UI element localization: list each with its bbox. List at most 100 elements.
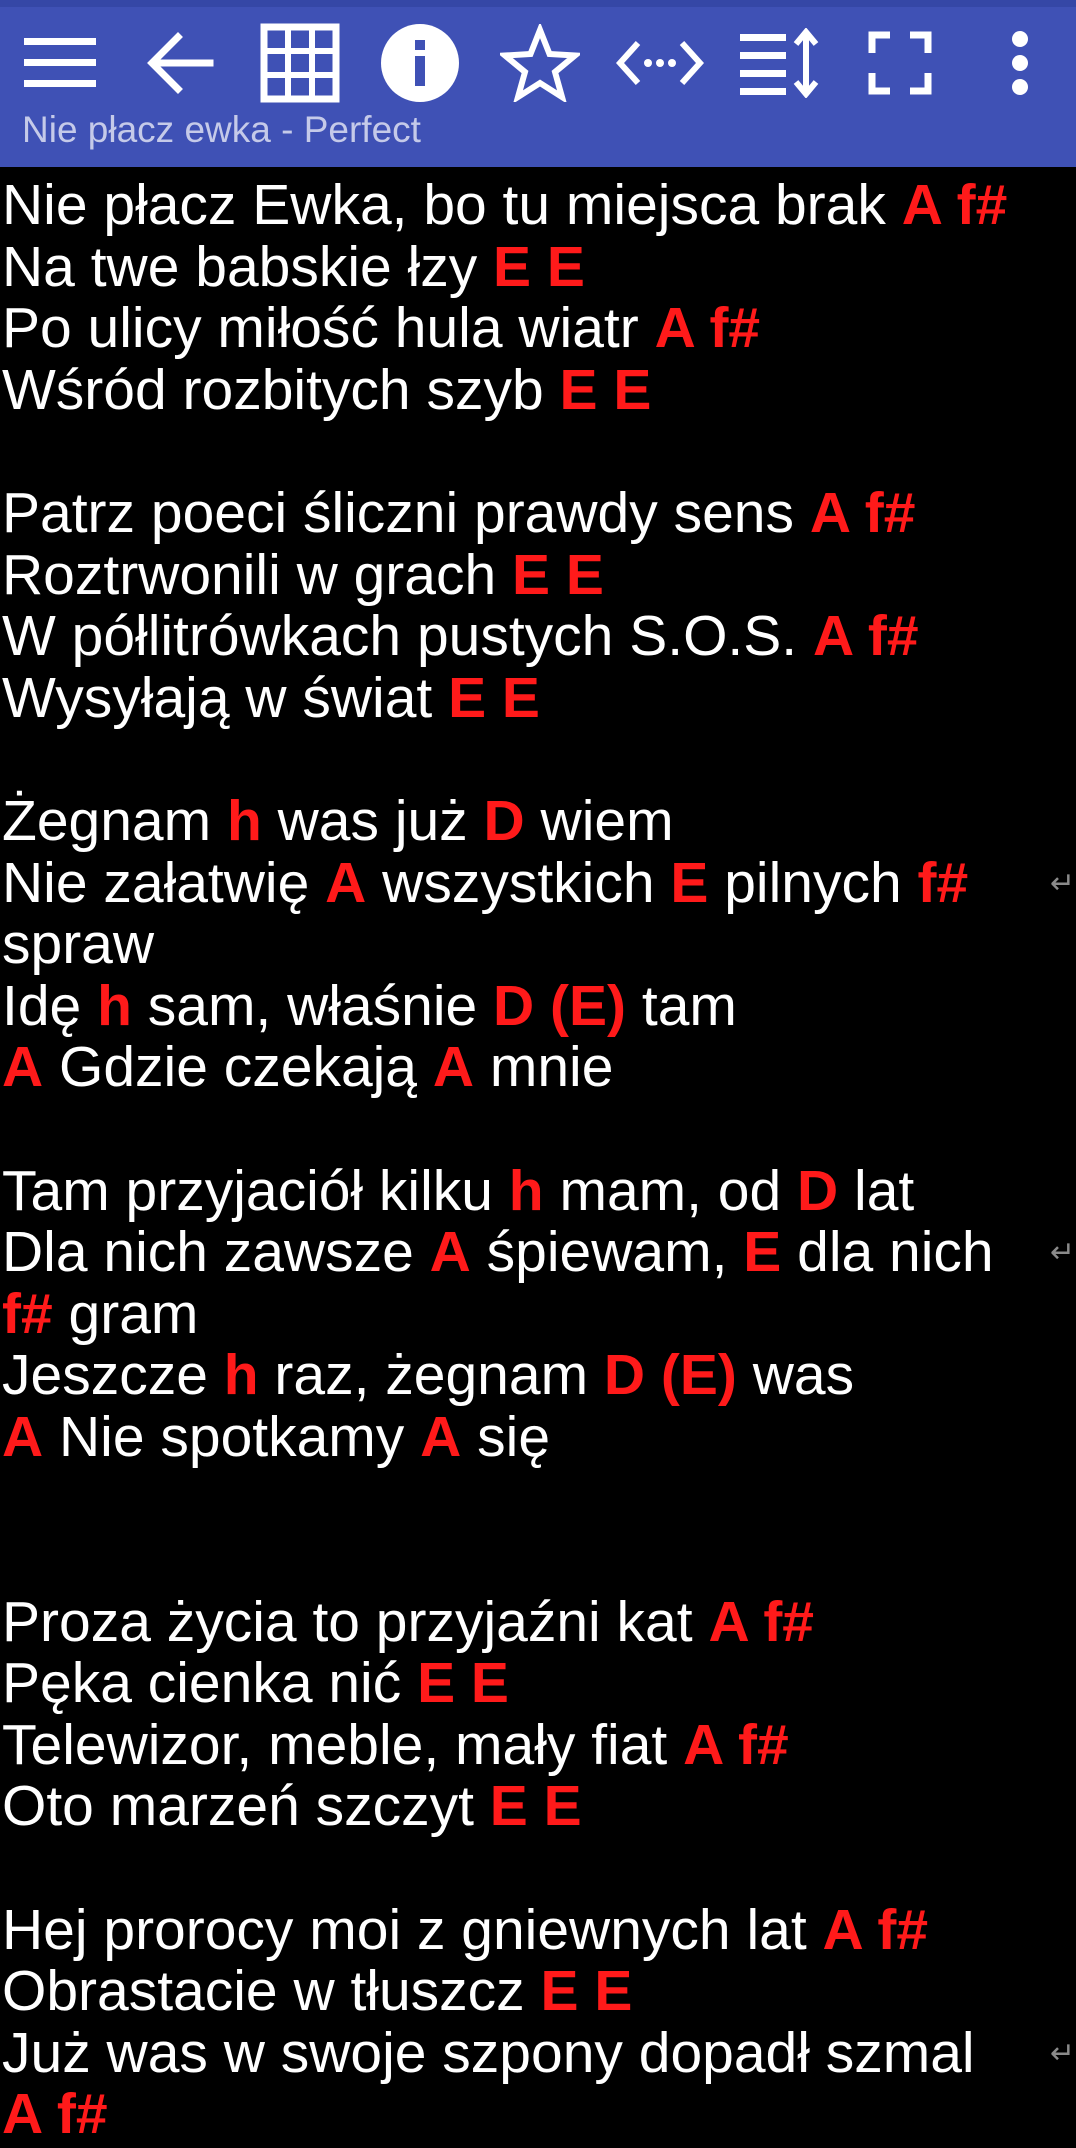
lyric-line: Idę h sam, właśnie D (E) tam [0,973,1076,1038]
chord: A [432,1035,475,1100]
line-wrap-icon: ↵ [1050,1236,1076,1270]
chord: A f# [654,296,761,361]
chord: h [223,1343,259,1408]
lyric-text: Dla nich zawsze [2,1220,430,1285]
more-vert-icon [1012,31,1028,95]
song-title: Nie płacz ewka - Perfect [22,109,421,150]
lyric-text: wszystkich [366,850,671,915]
chord: A f# [708,1589,815,1654]
chord: h [226,788,262,853]
lyric-line: Tam przyjaciół kilku h mam, od D lat [0,1158,1076,1223]
chord: f# [2,1281,53,1346]
back-button[interactable] [130,18,230,108]
lyric-line: A Nie spotkamy A się [0,1404,1076,1469]
lyric-text: Już was w swoje szpony dopadł szmal [2,2020,975,2085]
lyric-text: lat [838,1158,915,1223]
lyric-line: A f# [0,2084,1076,2146]
lyric-text: Telewizor, meble, mały fiat [2,1712,684,1777]
lyric-line: Pęka cienka nić E E [0,1651,1076,1716]
lyric-line: Po ulicy miłość hula wiatr A f# [0,296,1076,361]
chord: E E [512,542,604,607]
lyric-text: Hej prorocy moi z gniewnych lat [2,1897,823,1962]
transpose-button[interactable] [610,18,710,108]
lyric-text: sam, właśnie [131,973,494,1038]
lyric-text: Obrastacie w tłuszcz [2,1959,541,2024]
chord: A [429,1220,471,1285]
app-toolbar: Nie płacz ewka - Perfect [0,7,1076,167]
chord: E E [489,1774,582,1839]
lyric-line: Wśród rozbitych szyb E E [0,357,1076,422]
lyric-text: Pęka cienka nić [2,1651,418,1716]
lyric-text: Idę [2,973,98,1038]
chord: A f# [2,2082,108,2147]
lyric-text: Nie spotkamy [43,1404,421,1469]
chord: A [2,1035,44,1100]
lyric-text: spraw [2,912,155,977]
chord: D [483,788,525,853]
lyric-text: Nie płacz Ewka, bo tu miejsca brak [2,173,902,237]
lyric-line: f# gram [0,1281,1076,1346]
more-options-button[interactable] [970,18,1070,108]
lyric-text: wiem [524,788,674,853]
lyric-text: Jeszcze [2,1343,224,1408]
line-wrap-icon: ↵ [1050,866,1076,900]
chord: A f# [812,604,919,669]
info-button[interactable] [370,18,470,108]
chord: D (E) [493,973,627,1038]
favorite-button[interactable] [490,18,590,108]
lyric-text: Tam przyjaciół kilku [2,1158,509,1223]
lyric-text: śpiewam, [470,1220,744,1285]
menu-button[interactable] [10,18,110,108]
menu-icon [24,38,96,87]
lyric-line: Nie płacz Ewka, bo tu miejsca brak A f# [0,173,1076,237]
lyric-text: Na twe babskie łzy [2,234,494,299]
lyric-text: Patrz poeci śliczni prawdy sens [2,480,810,545]
chord: A f# [901,173,1008,237]
lyric-text: gram [52,1281,199,1346]
lyric-line: spraw [0,912,1076,977]
fullscreen-button[interactable] [850,18,950,108]
chord: E E [559,357,652,422]
line-wrap-icon: ↵ [1050,2036,1076,2070]
info-icon [381,24,459,102]
lyric-text: raz, żegnam [258,1343,604,1408]
lyric-line: Roztrwonili w grach E E [0,542,1076,607]
chord: D [797,1158,839,1223]
lyric-text: mam, od [543,1158,798,1223]
lyric-line: W półlitrówkach pustych S.O.S. A f# [0,604,1076,669]
grid-button[interactable] [250,18,350,108]
lyric-line: Proza życia to przyjaźni kat A f# [0,1589,1076,1654]
fullscreen-icon [868,31,932,95]
lyric-line: Hej prorocy moi z gniewnych lat A f# [0,1897,1076,1962]
lyric-line: A Gdzie czekają A mnie [0,1037,1076,1099]
chord: E E [448,665,540,730]
lyric-line: Patrz poeci śliczni prawdy sens A f# [0,480,1076,545]
lyric-text: Roztrwonili w grach [2,542,512,607]
chord: D (E) [603,1343,737,1408]
code-arrows-icon [616,40,704,86]
chord: A [2,1404,44,1469]
lyric-text: się [461,1404,551,1469]
lyric-line: Już was w swoje szpony dopadł szmal ↵ [0,2020,1076,2085]
text-size-icon [740,28,819,98]
lyric-text: was już [261,788,484,853]
lyrics-view[interactable]: Nie płacz Ewka, bo tu miejsca brak A f# N… [0,173,1076,2146]
autoscroll-button[interactable] [730,18,830,108]
lyric-text: Proza życia to przyjaźni kat [2,1589,709,1654]
chord: h [508,1158,544,1223]
chord: E E [417,1651,509,1716]
lyric-text: Nie załatwię [2,850,326,915]
chord: A f# [809,480,916,545]
lyric-line: Dla nich zawsze A śpiewam, E dla nich ↵ [0,1220,1076,1285]
lyric-line: Na twe babskie łzy E E [0,234,1076,299]
lyric-text: Wśród rozbitych szyb [2,357,560,422]
chord: E [743,1220,782,1285]
lyric-text: Po ulicy miłość hula wiatr [2,296,655,361]
chord: f# [917,850,969,915]
lyric-text: dla nich [781,1220,994,1285]
lyric-line: Jeszcze h raz, żegnam D (E) was [0,1343,1076,1408]
